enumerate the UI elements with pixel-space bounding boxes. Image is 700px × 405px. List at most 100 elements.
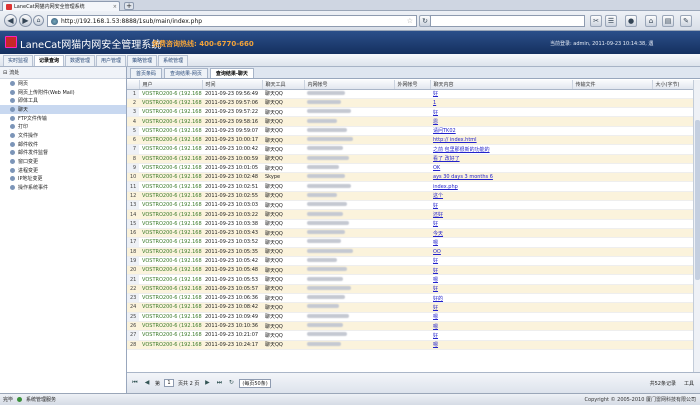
chat-content-link[interactable]: 好的 <box>433 296 443 302</box>
sidebar-item[interactable]: IP地址变更 <box>0 175 126 184</box>
table-row[interactable]: 25 VOSTRO200-6 (192.168... 2011-09-23 10:0… <box>127 312 693 322</box>
chat-content-link[interactable]: 好 <box>433 91 438 97</box>
column-header[interactable]: 内网帐号 <box>304 80 395 90</box>
table-row[interactable]: 16 VOSTRO200-6 (192.168... 2011-09-23 10:0… <box>127 228 693 239</box>
tab-web-results[interactable]: 查询结果-网页 <box>164 68 208 78</box>
menu-policy[interactable]: 策略管理 <box>127 55 158 66</box>
chat-content-link[interactable]: 这个 <box>433 193 443 199</box>
chat-content-link[interactable]: 嗯 <box>433 314 438 320</box>
table-row[interactable]: 6 VOSTRO200-6 (192.168... 2011-09-23 10:00… <box>127 135 693 146</box>
chat-content-link[interactable]: 请问TK02 <box>433 128 456 134</box>
table-row[interactable]: 14 VOSTRO200-6 (192.168... 2011-09-23 10:0… <box>127 209 693 220</box>
wrench-icon[interactable]: ✎ <box>680 15 692 27</box>
page-icon[interactable]: ▤ <box>662 15 674 27</box>
home-icon[interactable]: ⌂ <box>33 15 44 26</box>
home-button-icon[interactable]: ⌂ <box>645 15 657 27</box>
chat-content-link[interactable]: 好 <box>433 305 438 311</box>
table-row[interactable]: 8 VOSTRO200-6 (192.168... 2011-09-23 10:00… <box>127 154 693 164</box>
next-page-icon[interactable]: ▶ <box>203 379 211 387</box>
table-row[interactable]: 7 VOSTRO200-6 (192.168... 2011-09-23 10:00… <box>127 144 693 155</box>
chat-content-link[interactable]: 今天 <box>433 231 443 237</box>
sidebar-item[interactable]: 进程变更 <box>0 166 126 175</box>
forward-icon[interactable]: ▶ <box>19 14 32 27</box>
chat-content-link[interactable]: http:// index.html <box>433 137 477 143</box>
table-row[interactable]: 5 VOSTRO200-6 (192.168... 2011-09-23 09:59… <box>127 126 693 137</box>
menu-users[interactable]: 用户管理 <box>96 55 127 66</box>
chat-content-link[interactable]: 好 <box>433 221 438 227</box>
sidebar-item[interactable]: FTP文件传输 <box>0 114 126 123</box>
table-row[interactable]: 1 VOSTRO200-6 (192.168... 2011-09-23 09:56… <box>127 89 693 99</box>
table-row[interactable]: 26 VOSTRO200-6 (192.168... 2011-09-23 10:1… <box>127 321 693 332</box>
column-header[interactable]: 外网帐号 <box>394 80 431 90</box>
table-row[interactable]: 27 VOSTRO200-6 (192.168... 2011-09-23 10:2… <box>127 330 693 341</box>
table-row[interactable]: 9 VOSTRO200-6 (192.168... 2011-09-23 10:01… <box>127 163 693 174</box>
prev-page-icon[interactable]: ◀ <box>143 379 151 387</box>
column-header[interactable]: 大小(字节) <box>652 80 693 90</box>
new-tab-button[interactable]: + <box>124 2 134 10</box>
settings-icon[interactable]: ☰ <box>605 15 617 27</box>
sidebar-item[interactable]: 文件操作 <box>0 131 126 140</box>
column-header[interactable]: 时间 <box>202 80 263 90</box>
close-icon[interactable]: × <box>113 4 117 10</box>
chat-content-link[interactable]: OK <box>433 165 440 171</box>
sidebar-item[interactable]: 窗口变更 <box>0 157 126 166</box>
vertical-scrollbar[interactable] <box>693 80 700 372</box>
sidebar-item[interactable]: 即体工具 <box>0 96 126 105</box>
sidebar-item[interactable]: 打印 <box>0 122 126 131</box>
table-row[interactable]: 11 VOSTRO200-6 (192.168... 2011-09-23 10:0… <box>127 181 693 192</box>
chat-content-link[interactable]: 看了 改好了 <box>433 156 460 162</box>
column-header[interactable]: 聊天内容 <box>430 80 573 90</box>
chat-content-link[interactable]: 还好 <box>433 212 443 218</box>
table-row[interactable]: 13 VOSTRO200-6 (192.168... 2011-09-23 10:0… <box>127 200 693 211</box>
menu-data[interactable]: 数据管理 <box>65 55 96 66</box>
table-row[interactable]: 22 VOSTRO200-6 (192.168... 2011-09-23 10:0… <box>127 284 693 295</box>
table-row[interactable]: 18 VOSTRO200-6 (192.168... 2011-09-23 10:0… <box>127 247 693 257</box>
table-row[interactable]: 17 VOSTRO200-6 (192.168... 2011-09-23 10:0… <box>127 237 693 248</box>
table-row[interactable]: 2 VOSTRO200-6 (192.168... 2011-09-23 09:57… <box>127 98 693 109</box>
back-icon[interactable]: ◀ <box>4 14 17 27</box>
table-row[interactable]: 3 VOSTRO200-6 (192.168... 2011-09-23 09:57… <box>127 107 693 118</box>
chat-content-link[interactable]: 嗯 <box>433 342 438 348</box>
chat-content-link[interactable]: 好 <box>433 110 438 116</box>
chat-content-link[interactable]: ays 30 days 3 months 6 <box>433 174 493 180</box>
last-page-icon[interactable]: ⏭ <box>215 379 223 387</box>
table-row[interactable]: 12 VOSTRO200-6 (192.168... 2011-09-23 10:0… <box>127 191 693 202</box>
sidebar-header[interactable]: ⊟ 流处 <box>0 67 126 79</box>
chat-content-link[interactable]: 嗯 <box>433 240 438 246</box>
table-row[interactable]: 21 VOSTRO200-6 (192.168... 2011-09-23 10:0… <box>127 274 693 285</box>
first-page-icon[interactable]: ⏮ <box>131 379 139 387</box>
address-bar[interactable]: http://192.168.1.53:8888/1sub/main/index… <box>47 15 417 27</box>
chat-content-link[interactable]: 之前 包里那很新的功能的 <box>433 147 490 153</box>
menu-system[interactable]: 系统管理 <box>158 55 189 66</box>
page-size[interactable]: (每页50条) <box>239 378 271 388</box>
tab-home[interactable]: 首页条码 <box>130 68 163 78</box>
column-header[interactable] <box>127 80 140 90</box>
addon-icon[interactable]: ● <box>625 15 637 27</box>
tab-chat-results[interactable]: 查询结果-聊天 <box>209 68 254 78</box>
sidebar-item[interactable]: 邮件收件 <box>0 140 126 149</box>
chat-content-link[interactable]: 好 <box>433 258 438 264</box>
chat-content-link[interactable]: OO <box>433 249 441 255</box>
chat-content-link[interactable]: 好 <box>433 268 438 274</box>
menu-realtime[interactable]: 实时监视 <box>3 55 34 66</box>
chat-content-link[interactable]: 1 <box>433 100 436 106</box>
sidebar-item[interactable]: 网页 <box>0 79 126 88</box>
column-header[interactable]: 用户 <box>139 80 203 90</box>
table-row[interactable]: 19 VOSTRO200-6 (192.168... 2011-09-23 10:0… <box>127 256 693 267</box>
table-row[interactable]: 10 VOSTRO200-6 (192.168... 2011-09-23 10:0… <box>127 172 693 183</box>
menu-records[interactable]: 记录查询 <box>34 55 65 66</box>
sidebar-item[interactable]: 聊天 <box>0 105 126 114</box>
table-row[interactable]: 15 VOSTRO200-6 (192.168... 2011-09-23 10:0… <box>127 219 693 229</box>
refresh-icon[interactable]: ↻ <box>227 379 235 387</box>
chat-content-link[interactable]: 好 <box>433 286 438 292</box>
table-row[interactable]: 20 VOSTRO200-6 (192.168... 2011-09-23 10:0… <box>127 265 693 276</box>
chat-content-link[interactable]: 嗯 <box>433 277 438 283</box>
scrollbar-thumb[interactable] <box>695 120 700 280</box>
chat-content-link[interactable]: 好 <box>433 203 438 209</box>
chat-content-link[interactable]: 恩 <box>433 119 438 125</box>
star-icon[interactable]: ☆ <box>407 17 413 25</box>
browser-tab[interactable]: LaneCat网猫内网安全管理系统 × <box>2 1 120 11</box>
sidebar-item[interactable]: 网页上传附件(Web Mail) <box>0 88 126 97</box>
tools-menu[interactable]: 工具 <box>684 380 694 387</box>
tools-icon[interactable]: ✂ <box>590 15 602 27</box>
